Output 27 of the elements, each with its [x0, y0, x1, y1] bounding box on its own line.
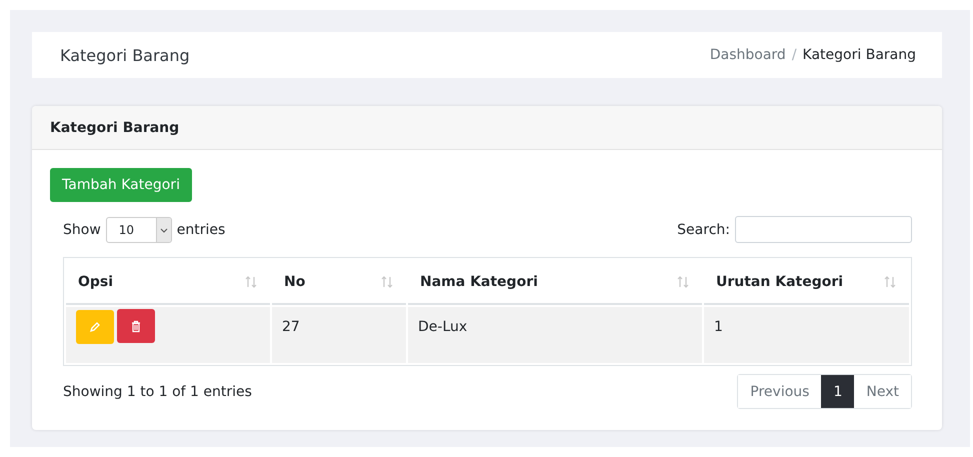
column-header[interactable]: Opsi — [66, 260, 270, 305]
entries-select[interactable]: 10 — [106, 216, 172, 242]
trash-icon — [130, 320, 142, 332]
show-label: Show — [63, 222, 101, 238]
pencil-icon — [89, 320, 101, 332]
card-title: Kategori Barang — [50, 120, 180, 136]
column-header[interactable]: Nama Kategori — [408, 260, 702, 305]
entries-label: entries — [176, 222, 226, 238]
table-cell: 1 — [704, 307, 909, 363]
sort-icon — [883, 274, 897, 288]
search-field[interactable] — [735, 216, 912, 243]
breadcrumb-separator: / — [792, 47, 797, 63]
caret-icon — [156, 218, 171, 242]
sort-icon — [676, 274, 690, 288]
table-cell: 27 — [272, 307, 406, 363]
search-label: Search: — [677, 222, 730, 238]
sort-icon — [244, 274, 258, 288]
column-header[interactable]: No — [272, 260, 406, 305]
table-info: Showing 1 to 1 of 1 entries — [63, 384, 252, 400]
column-header[interactable]: Urutan Kategori — [704, 260, 909, 305]
table-cell: De-Lux — [408, 307, 702, 363]
breadcrumb-current: Kategori Barang — [802, 47, 916, 63]
delete-button[interactable] — [117, 309, 155, 343]
page-title: Kategori Barang — [60, 46, 190, 64]
pagination-button[interactable]: 1 — [821, 375, 854, 408]
breadcrumb-link[interactable]: Dashboard — [710, 47, 786, 63]
sort-icon — [380, 274, 394, 288]
